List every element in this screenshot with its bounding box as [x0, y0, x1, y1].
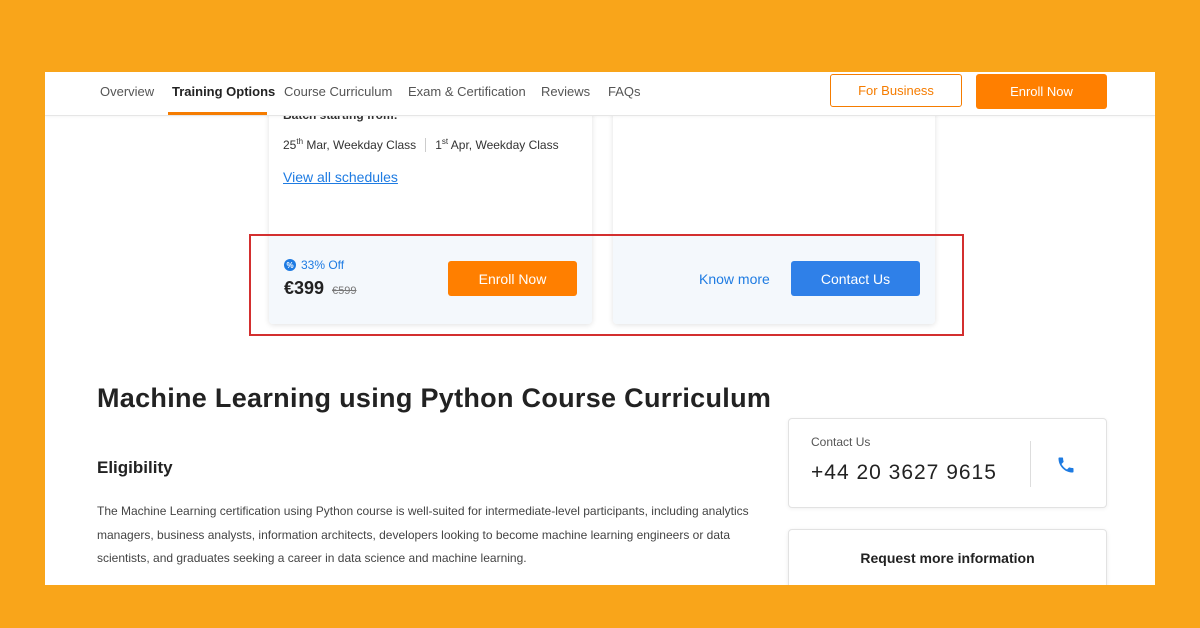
batch-dates: 25th Mar, Weekday Class 1st Apr, Weekday…	[283, 137, 559, 152]
discount-badge-icon: %	[284, 259, 296, 271]
card-contact-us-button[interactable]: Contact Us	[791, 261, 920, 296]
batch-date-1[interactable]: 25th Mar, Weekday Class	[283, 137, 416, 152]
contact-us-box: Contact Us +44 20 3627 9615	[788, 418, 1107, 508]
discount-label: 33% Off	[301, 258, 345, 272]
current-price: €399	[284, 278, 325, 298]
training-option-card-corporate: Know more Contact Us	[613, 102, 935, 324]
tab-exam-certification[interactable]: Exam & Certification	[408, 84, 526, 99]
batch-date-2[interactable]: 1st Apr, Weekday Class	[435, 137, 558, 152]
contact-phone-number[interactable]: +44 20 3627 9615	[811, 461, 997, 485]
request-more-info-box[interactable]: Request more information	[788, 529, 1107, 585]
card-enroll-now-button[interactable]: Enroll Now	[448, 261, 577, 296]
batch-separator	[425, 137, 427, 152]
for-business-button[interactable]: For Business	[830, 74, 962, 107]
tab-course-curriculum[interactable]: Course Curriculum	[284, 84, 392, 99]
curriculum-section-title: Machine Learning using Python Course Cur…	[97, 383, 772, 413]
tab-faqs[interactable]: FAQs	[608, 84, 641, 99]
discount-badge: % 33% Off	[284, 258, 344, 272]
contact-us-label: Contact Us	[811, 435, 871, 449]
active-tab-indicator	[168, 112, 267, 115]
eligibility-heading: Eligibility	[97, 458, 173, 477]
sticky-nav-bar: Overview Training Options Course Curricu…	[45, 72, 1155, 116]
nav-enroll-now-button[interactable]: Enroll Now	[976, 74, 1107, 109]
original-price: €599	[332, 285, 357, 297]
eligibility-text: The Machine Learning certification using…	[97, 504, 749, 565]
phone-icon[interactable]	[1056, 455, 1076, 475]
tab-reviews[interactable]: Reviews	[541, 84, 590, 99]
page-frame: Batch starting from: 25th Mar, Weekday C…	[45, 72, 1155, 585]
card-footer-contact: Know more Contact Us	[613, 234, 935, 324]
training-option-card-self-paced: Batch starting from: 25th Mar, Weekday C…	[269, 102, 592, 324]
price-row: €399 €599	[284, 278, 357, 299]
contact-divider	[1030, 441, 1031, 487]
tab-training-options[interactable]: Training Options	[172, 84, 275, 99]
request-more-info-label: Request more information	[860, 550, 1035, 566]
tab-overview[interactable]: Overview	[100, 84, 154, 99]
card-footer-pricing: % 33% Off €399 €599 Enroll Now	[269, 234, 592, 324]
know-more-link[interactable]: Know more	[699, 271, 770, 287]
view-all-schedules-link[interactable]: View all schedules	[283, 169, 398, 185]
